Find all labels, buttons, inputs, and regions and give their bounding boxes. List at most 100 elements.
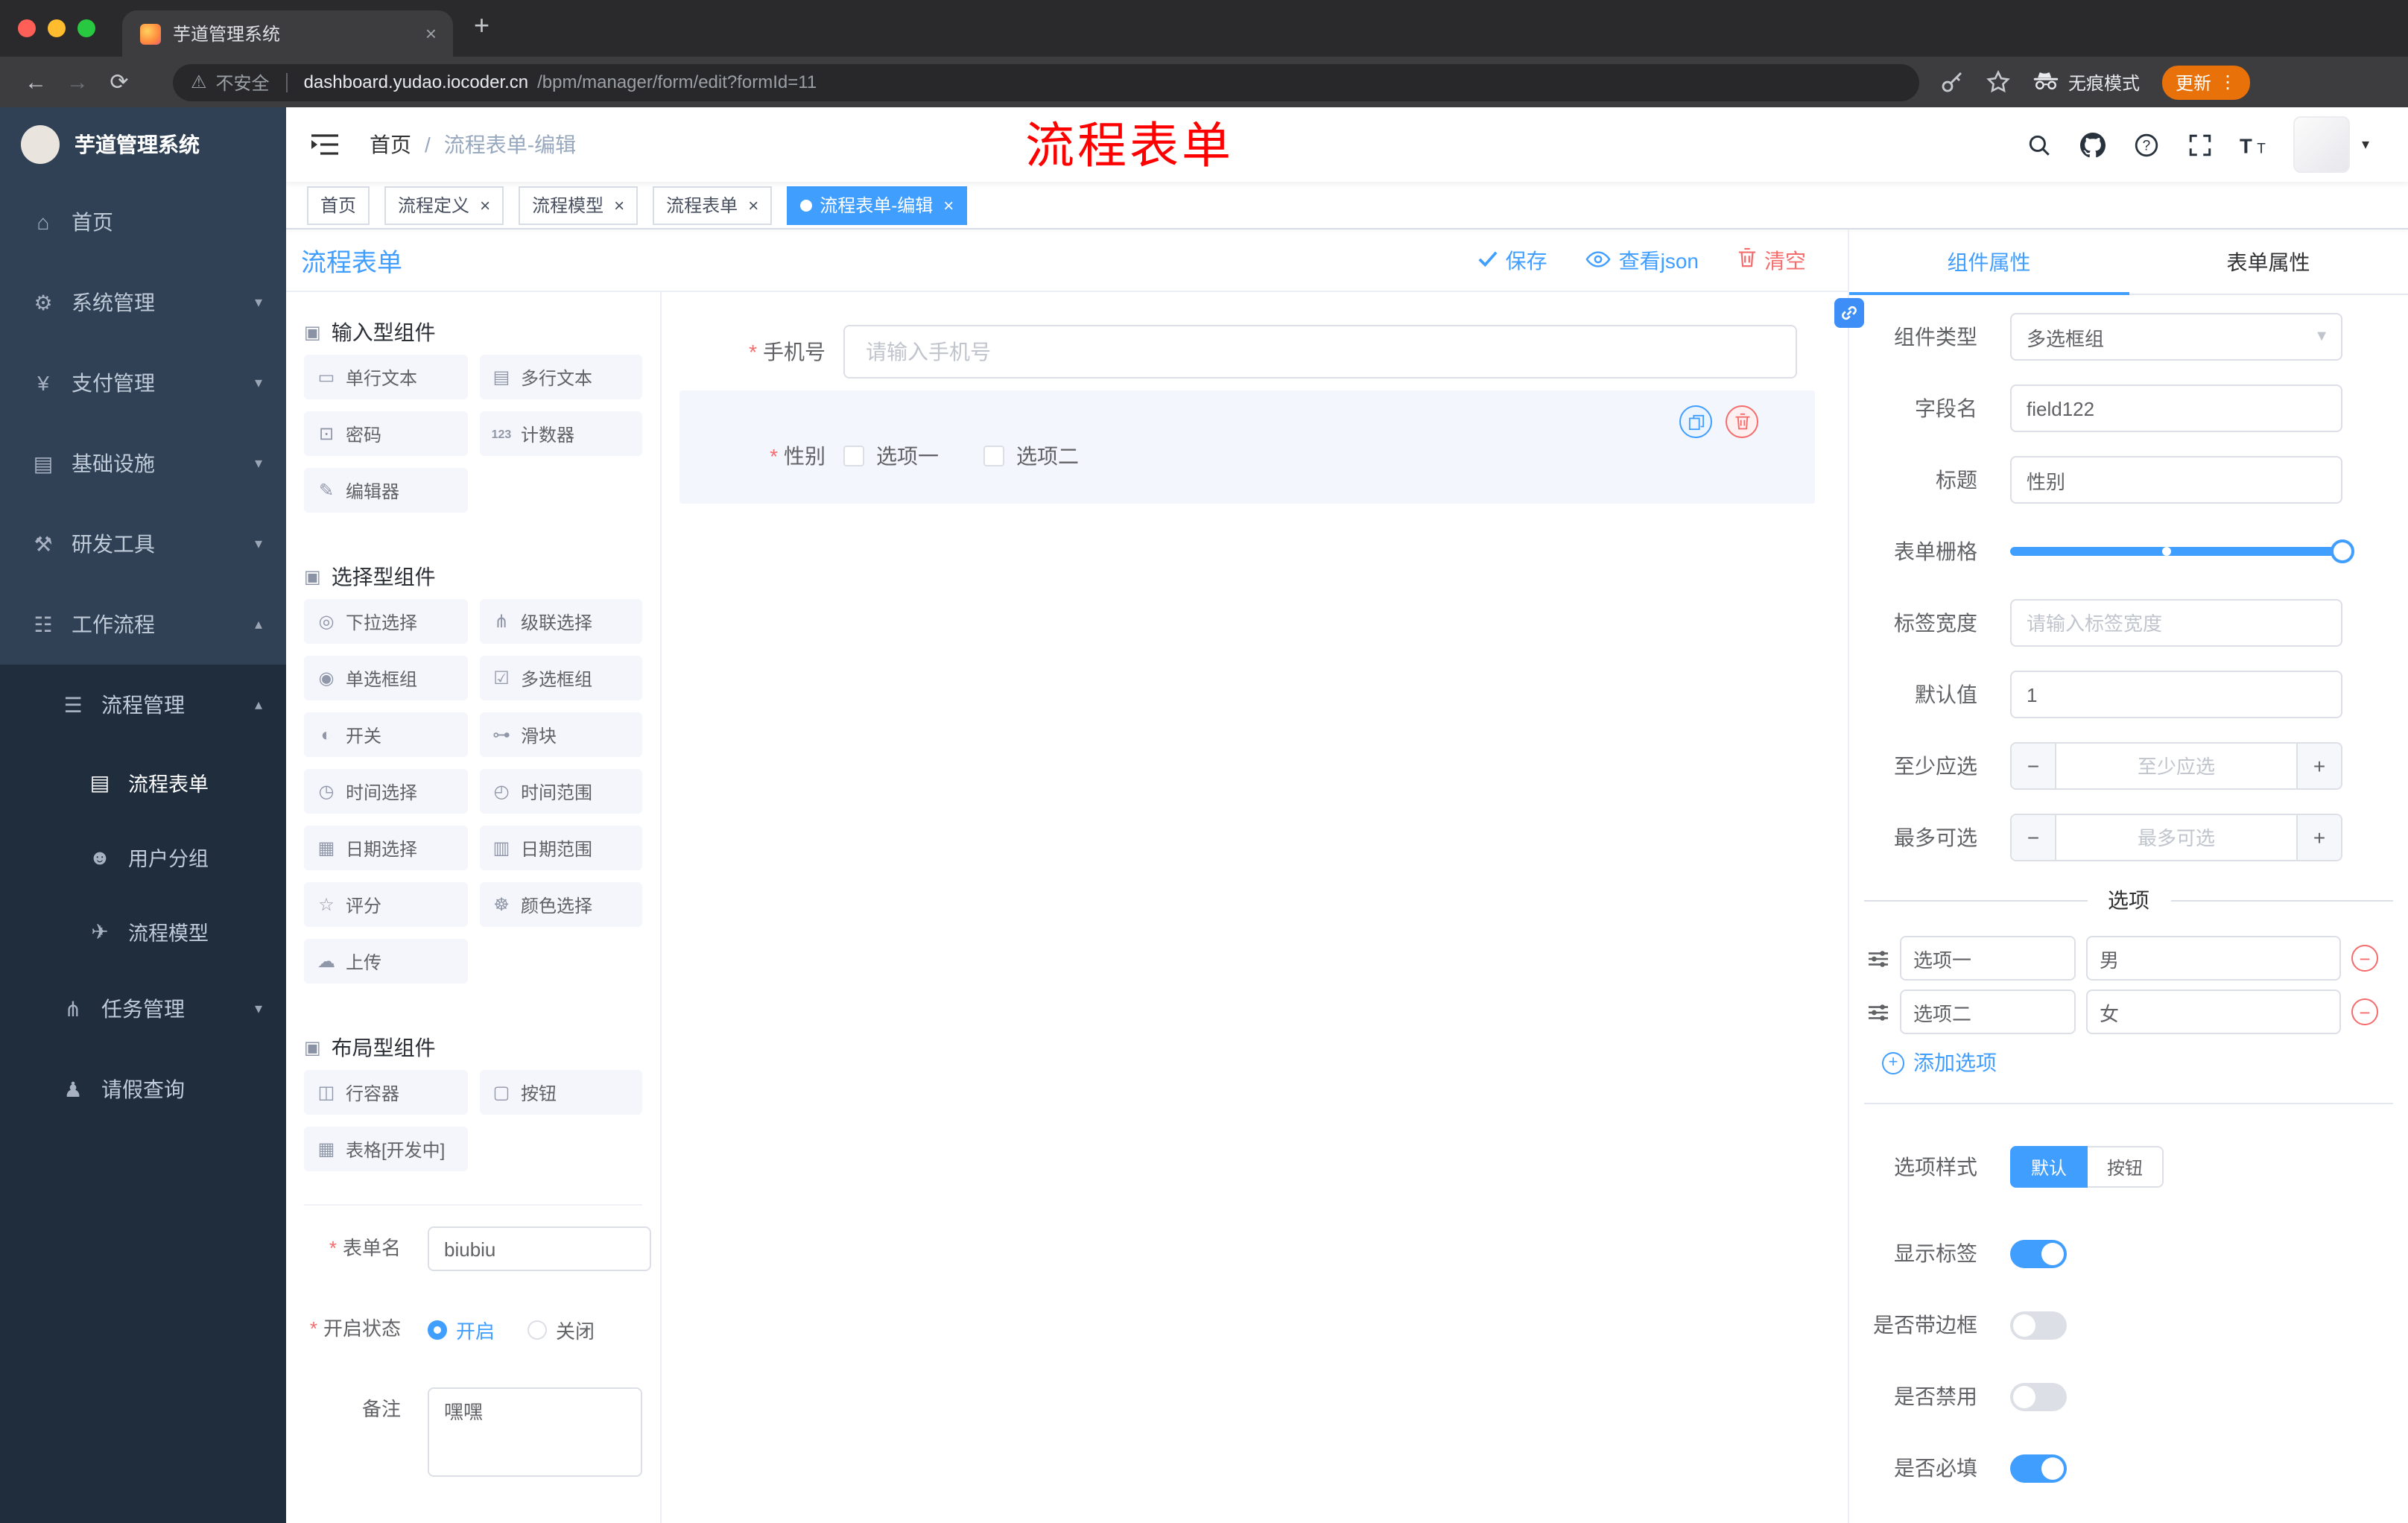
sidebar-item-task-mgmt[interactable]: ⋔ 任务管理 ▾ [0,969,286,1049]
radio-closed[interactable]: 关闭 [527,1315,595,1343]
form-name-input[interactable] [428,1226,651,1271]
checkbox-option-1[interactable]: 选项一 [843,441,939,471]
reload-button[interactable]: ⟳ [98,63,140,101]
github-icon[interactable] [2079,130,2108,159]
component-button[interactable]: ▢ 按钮 [479,1070,642,1115]
sidebar-item-devtools[interactable]: ⚒ 研发工具 ▾ [0,504,286,584]
update-button[interactable]: 更新 ⋮ [2162,65,2251,99]
phone-input[interactable] [843,325,1797,379]
sidebar-item-home[interactable]: ⌂ 首页 [0,182,286,262]
avatar[interactable] [2293,116,2350,173]
sidebar-item-process-form[interactable]: ▤ 流程表单 [0,745,286,820]
increase-button[interactable]: + [2296,815,2341,860]
radio-open[interactable]: 开启 [428,1315,495,1343]
style-button-button[interactable]: 按钮 [2088,1146,2164,1188]
drag-handle-icon[interactable] [1867,949,1889,968]
view-json-button[interactable]: 查看json [1586,245,1699,275]
component-row-container[interactable]: ◫ 行容器 [304,1070,467,1115]
checkbox-option-2[interactable]: 选项二 [983,441,1079,471]
option-value-input[interactable] [2086,936,2341,981]
label-width-input[interactable] [2010,599,2342,647]
browser-menu-icon[interactable]: ⋮ [2219,72,2237,92]
field-name-input[interactable] [2010,384,2342,432]
fullscreen-icon[interactable] [2186,130,2216,159]
breadcrumb-root[interactable]: 首页 [370,130,411,159]
tab-close-icon[interactable]: × [421,22,441,45]
sidebar-item-system[interactable]: ⚙ 系统管理 ▾ [0,262,286,343]
toggle-required[interactable] [2010,1454,2067,1482]
component-time-range[interactable]: ◴ 时间范围 [479,769,642,814]
selected-component[interactable]: 性别 选项一 选项二 [679,390,1815,504]
option-name-input[interactable] [1900,936,2076,981]
decrease-button[interactable]: − [2012,815,2056,860]
search-icon[interactable] [2025,130,2055,159]
tag-home[interactable]: 首页 [307,186,370,224]
tag-close-icon[interactable]: × [940,196,954,214]
font-size-icon[interactable]: TT [2240,130,2269,159]
remove-option-button[interactable]: − [2351,998,2378,1025]
component-switch[interactable]: ◐ 开关 [304,712,467,757]
help-icon[interactable]: ? [2132,130,2162,159]
tag-process-model[interactable]: 流程模型 × [519,186,639,224]
toggle-disabled[interactable] [2010,1382,2067,1410]
address-bar[interactable]: ⚠ 不安全 dashboard.yudao.iocoder.cn/bpm/man… [173,63,1919,101]
sidebar-item-workflow[interactable]: ☷ 工作流程 ▴ [0,584,286,665]
remove-option-button[interactable]: − [2351,945,2378,972]
component-multi-text[interactable]: ▤ 多行文本 [479,355,642,399]
option-name-input[interactable] [1900,990,2076,1034]
delete-component-button[interactable] [1726,405,1758,438]
tag-process-form[interactable]: 流程表单 × [653,186,773,224]
close-window-button[interactable] [18,19,36,37]
component-type-select[interactable]: 多选框组 ▼ [2010,313,2342,361]
slider-handle[interactable] [2331,539,2354,563]
component-radio-group[interactable]: ◉ 单选框组 [304,656,467,700]
component-select[interactable]: ◎ 下拉选择 [304,599,467,644]
new-tab-button[interactable]: + [474,10,489,47]
form-remark-textarea[interactable]: 嘿嘿 [428,1387,642,1477]
add-option-button[interactable]: + 添加选项 [1882,1043,2408,1082]
component-date-range[interactable]: ▥ 日期范围 [479,826,642,870]
min-select-input[interactable] [2056,744,2296,788]
dropdown-caret-icon[interactable]: ▾ [2362,136,2369,153]
component-password[interactable]: ⊡ 密码 [304,411,467,456]
toggle-border[interactable] [2010,1311,2067,1339]
tag-close-icon[interactable]: × [477,196,490,214]
clear-button[interactable]: 清空 [1737,245,1806,275]
decrease-button[interactable]: − [2012,744,2056,788]
copy-component-button[interactable] [1679,405,1712,438]
tag-close-icon[interactable]: × [745,196,758,214]
sidebar-item-leave-query[interactable]: ♟ 请假查询 [0,1049,286,1130]
zoom-window-button[interactable] [77,19,95,37]
slider-track[interactable] [2010,539,2354,563]
component-table[interactable]: ▦ 表格[开发中] [304,1127,467,1171]
back-button[interactable]: ← [15,63,57,101]
component-upload[interactable]: ☁ 上传 [304,939,467,984]
component-color-picker[interactable]: ☸ 颜色选择 [479,882,642,927]
component-cascader[interactable]: ⋔ 级联选择 [479,599,642,644]
toggle-show-label[interactable] [2010,1239,2067,1267]
drag-handle-icon[interactable] [1867,1002,1889,1022]
increase-button[interactable]: + [2296,744,2341,788]
style-default-button[interactable]: 默认 [2010,1146,2088,1188]
component-time-picker[interactable]: ◷ 时间选择 [304,769,467,814]
sidebar-item-process-mgmt[interactable]: ☰ 流程管理 ▴ [0,665,286,745]
component-checkbox-group[interactable]: ☑ 多选框组 [479,656,642,700]
component-type-value[interactable]: 多选框组 [2010,313,2342,361]
grid-slider[interactable] [2010,528,2354,575]
max-select-input[interactable] [2056,815,2296,860]
tab-form-props[interactable]: 表单属性 [2129,229,2408,294]
option-value-input[interactable] [2086,990,2341,1034]
default-value-input[interactable] [2010,671,2342,718]
sidebar-logo[interactable]: 芋道管理系统 [0,107,286,182]
tag-process-form-edit[interactable]: 流程表单-编辑 × [787,186,968,224]
component-editor[interactable]: ✎ 编辑器 [304,468,467,513]
forward-button[interactable]: → [57,63,98,101]
tag-process-def[interactable]: 流程定义 × [384,186,504,224]
component-rate[interactable]: ☆ 评分 [304,882,467,927]
component-counter[interactable]: 123 计数器 [479,411,642,456]
browser-tab[interactable]: 芋道管理系统 × [122,10,453,57]
key-icon[interactable] [1940,70,1964,94]
sidebar-item-payment[interactable]: ¥ 支付管理 ▾ [0,343,286,423]
sidebar-item-process-model[interactable]: ✈ 流程模型 [0,894,286,969]
sidebar-item-infra[interactable]: ▤ 基础设施 ▾ [0,423,286,504]
